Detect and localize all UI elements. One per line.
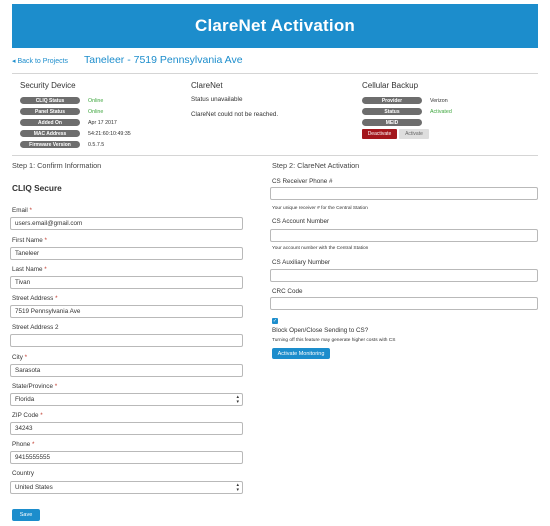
- cs-auxiliary-field[interactable]: [270, 269, 538, 282]
- added-on-row: Added On Apr 17 2017: [20, 118, 117, 127]
- state-select[interactable]: Florida ▴ ▾: [10, 393, 243, 406]
- divider: [12, 155, 538, 156]
- status-label-pill: Panel Status: [20, 108, 80, 115]
- country-select-value: United States: [15, 484, 53, 491]
- cliq-status-row: CLIQ Status Online: [20, 96, 103, 105]
- last-name-field[interactable]: Tivan: [10, 276, 243, 289]
- street-address-2-label: Street Address 2: [12, 324, 59, 331]
- security-device-title: Security Device: [20, 81, 76, 90]
- back-link-label: Back to Projects: [17, 58, 69, 65]
- status-label-pill: MAC Address: [20, 130, 80, 137]
- header-banner: ClareNet Activation: [12, 4, 538, 48]
- up-down-chevron-icon: ▴ ▾: [236, 482, 239, 493]
- city-label: City *: [12, 354, 28, 361]
- clarenet-title: ClareNet: [191, 81, 223, 90]
- project-title: Taneleer - 7519 Pennsylvania Ave: [84, 54, 243, 66]
- meid-row: MEID: [362, 118, 430, 127]
- status-value: Online: [88, 97, 104, 104]
- cs-account-field[interactable]: [270, 229, 538, 242]
- country-select[interactable]: United States ▴ ▾: [10, 481, 243, 494]
- phone-label: Phone *: [12, 441, 35, 448]
- status-value: 54:21:60:10:49:35: [88, 130, 131, 137]
- status-label-pill: Added On: [20, 119, 80, 126]
- zip-field[interactable]: 34243: [10, 422, 243, 435]
- status-value: Apr 17 2017: [88, 119, 117, 126]
- city-field[interactable]: Sarasota: [10, 364, 243, 377]
- cs-receiver-field[interactable]: [270, 187, 538, 200]
- cs-receiver-label: CS Receiver Phone #: [272, 178, 333, 185]
- country-label: Country: [12, 470, 35, 477]
- step2-title: Step 2: ClareNet Activation: [272, 161, 360, 170]
- cs-auxiliary-label: CS Auxiliary Number: [272, 259, 331, 266]
- status-label-pill: Status: [362, 108, 422, 115]
- activate-button[interactable]: Activate: [399, 129, 429, 139]
- street-address-field[interactable]: 7519 Pennsylvania Ave: [10, 305, 243, 318]
- save-button[interactable]: Save: [12, 509, 40, 521]
- crc-code-label: CRC Code: [272, 288, 303, 295]
- status-label-pill: MEID: [362, 119, 422, 126]
- status-label-pill: Firmware Version: [20, 141, 80, 148]
- clarenet-message: ClareNet could not be reached.: [191, 111, 279, 118]
- activate-monitoring-button[interactable]: Activate Monitoring: [272, 348, 330, 359]
- first-name-label: First Name *: [12, 237, 47, 244]
- status-label-pill: Provider: [362, 97, 422, 104]
- email-field[interactable]: users.email@gmail.com: [10, 217, 243, 230]
- divider: [12, 73, 538, 74]
- cellular-status-row: Status Activated: [362, 107, 452, 116]
- cellular-backup-title: Cellular Backup: [362, 81, 419, 90]
- cs-account-label: CS Account Number: [272, 218, 330, 225]
- up-down-chevron-icon: ▴ ▾: [236, 394, 239, 405]
- state-select-value: Florida: [15, 396, 35, 403]
- status-value: Verizon: [430, 97, 448, 104]
- panel-status-row: Panel Status Online: [20, 107, 103, 116]
- crc-code-field[interactable]: [270, 297, 538, 310]
- cs-receiver-hint: Your unique receiver # for the Central S…: [272, 206, 368, 211]
- last-name-label: Last Name *: [12, 266, 47, 273]
- email-label: Email *: [12, 207, 32, 214]
- street-address-label: Street Address *: [12, 295, 58, 302]
- block-open-close-label: Block Open/Close Sending to CS?: [272, 327, 369, 334]
- page-title: ClareNet Activation: [195, 16, 355, 35]
- cliq-secure-heading: CLIQ Secure: [12, 183, 62, 193]
- cs-account-hint: Your account number with the Central Sta…: [272, 246, 369, 251]
- state-label: State/Province *: [12, 383, 58, 390]
- firmware-version-row: Firmware Version 0.5.7.5: [20, 140, 104, 149]
- zip-label: ZIP Code *: [12, 412, 43, 419]
- clarenet-status: Status unavailable: [191, 96, 243, 103]
- status-value: Online: [88, 108, 104, 115]
- status-label-pill: CLIQ Status: [20, 97, 80, 104]
- step1-title: Step 1: Confirm Information: [12, 161, 102, 170]
- deactivate-button[interactable]: Deactivate: [362, 129, 397, 139]
- status-value: 0.5.7.5: [88, 141, 105, 148]
- block-open-close-hint: Turning off this feature may generate hi…: [272, 338, 396, 343]
- back-to-projects-link[interactable]: ◂ Back to Projects: [12, 57, 68, 65]
- street-address-2-field[interactable]: [10, 334, 243, 347]
- phone-field[interactable]: 9415555555: [10, 451, 243, 464]
- status-value: Activated: [430, 108, 452, 115]
- provider-row: Provider Verizon: [362, 96, 448, 105]
- block-open-close-checkbox[interactable]: ✓: [272, 318, 278, 324]
- mac-address-row: MAC Address 54:21:60:10:49:35: [20, 129, 131, 138]
- first-name-field[interactable]: Taneleer: [10, 247, 243, 260]
